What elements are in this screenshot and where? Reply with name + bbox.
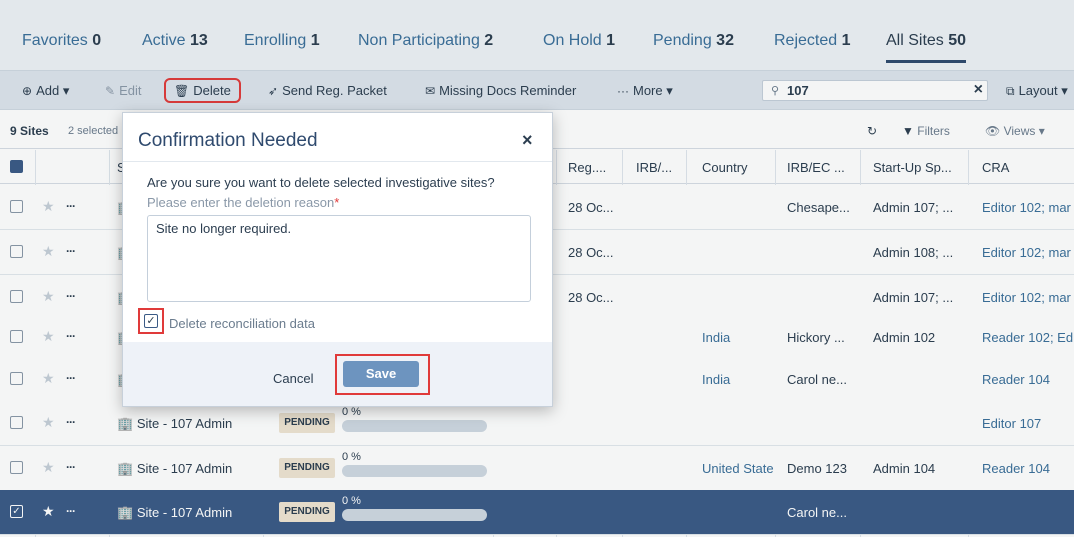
required-mark: * — [334, 195, 340, 210]
save-button[interactable]: Save — [343, 361, 419, 387]
deletion-reason-textarea[interactable]: Site no longer required. — [147, 215, 531, 302]
confirmation-question: Are you sure you want to delete selected… — [147, 175, 495, 190]
delete-reconciliation-checkbox[interactable]: ✓ — [144, 314, 158, 328]
delete-reconciliation-label: Delete reconciliation data — [169, 316, 315, 331]
dialog-title: Confirmation Needed — [138, 130, 318, 151]
cancel-button[interactable]: Cancel — [273, 371, 313, 386]
save-highlight: Save — [335, 354, 430, 395]
confirmation-dialog: Confirmation Needed × Are you sure you w… — [122, 112, 553, 407]
close-icon[interactable]: × — [522, 130, 533, 151]
checkbox-highlight: ✓ — [138, 308, 164, 334]
deletion-reason-label: Please enter the deletion reason* — [147, 195, 340, 210]
dialog-footer: Cancel Save — [123, 342, 552, 406]
divider — [123, 161, 552, 162]
